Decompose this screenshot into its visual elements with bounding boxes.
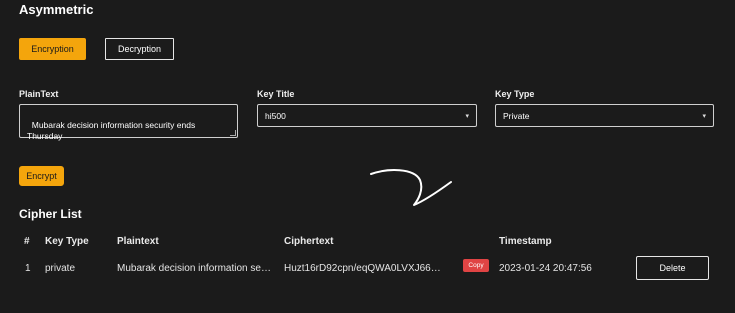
chevron-down-icon: ▾	[465, 112, 469, 120]
copy-button[interactable]: Copy	[463, 259, 489, 272]
encrypt-button[interactable]: Encrypt	[19, 166, 64, 186]
resize-grip-icon[interactable]	[230, 130, 236, 136]
key-type-select[interactable]: Private ▾	[495, 104, 714, 127]
key-title-value: hi500	[265, 110, 286, 121]
cell-index: 1	[25, 263, 31, 274]
page-title: Asymmetric	[19, 2, 94, 17]
scribble-drawing	[370, 169, 452, 206]
plaintext-textarea[interactable]: Mubarak decision information security en…	[19, 104, 238, 141]
column-header-key-type: Key Type	[45, 236, 89, 247]
delete-button[interactable]: Delete	[636, 256, 709, 280]
column-header-ciphertext: Ciphertext	[284, 236, 334, 247]
key-type-label: Key Type	[495, 89, 535, 99]
key-title-label: Key Title	[257, 89, 295, 99]
key-title-select[interactable]: hi500 ▾	[257, 104, 477, 127]
cell-key-type: private	[45, 263, 76, 274]
tab-decryption[interactable]: Decryption	[105, 38, 174, 60]
column-header-timestamp: Timestamp	[499, 236, 552, 247]
chevron-down-icon: ▾	[702, 112, 706, 120]
cell-ciphertext: Huzt16rD92cpn/eqQWA0LVXJ66…	[284, 263, 441, 274]
key-type-value: Private	[503, 110, 530, 121]
tab-encryption[interactable]: Encryption	[19, 38, 86, 60]
cell-timestamp: 2023-01-24 20:47:56	[499, 263, 592, 274]
plaintext-value: Mubarak decision information security en…	[27, 120, 198, 141]
plaintext-label: PlainText	[19, 89, 59, 99]
column-header-index: #	[24, 236, 30, 247]
cell-plaintext: Mubarak decision information se…	[117, 263, 271, 274]
column-header-plaintext: Plaintext	[117, 236, 159, 247]
cipher-list-title: Cipher List	[19, 207, 82, 221]
table-row: 1 private Mubarak decision information s…	[0, 256, 735, 282]
